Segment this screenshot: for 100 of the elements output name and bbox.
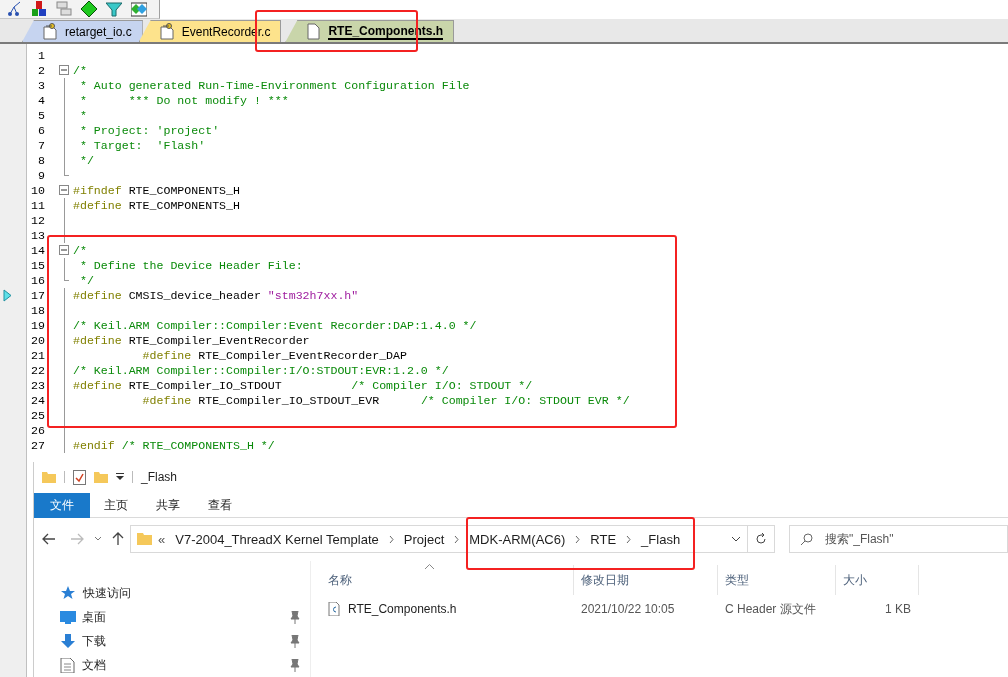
- desktop-icon: [60, 609, 76, 625]
- download-icon: [60, 633, 76, 649]
- line-number: 21: [30, 348, 45, 363]
- line-number: 17: [30, 288, 45, 303]
- column-header[interactable]: 类型: [718, 565, 836, 595]
- line-number: 13: [30, 228, 45, 243]
- nav-item[interactable]: 快速访问: [34, 581, 310, 605]
- dropdown-icon[interactable]: [116, 473, 124, 482]
- window-title: _Flash: [141, 469, 178, 487]
- file-date: 2021/10/22 10:05: [580, 601, 676, 618]
- file-icon: [306, 23, 321, 40]
- line-number: 4: [37, 93, 45, 108]
- refresh-button[interactable]: [747, 525, 775, 554]
- line-number: 10: [30, 183, 45, 198]
- star-icon: [61, 585, 77, 601]
- code-token: RTE_Compiler_IO_STDOUT: [127, 379, 283, 392]
- pin-icon[interactable]: [288, 658, 302, 672]
- up-arrow-icon[interactable]: [112, 532, 124, 547]
- code-token: *: [78, 109, 87, 122]
- breadcrumb[interactable]: _Flash: [637, 529, 685, 550]
- line-number: 20: [30, 333, 45, 348]
- code-token: RTE_COMPONENTS_H: [127, 184, 240, 197]
- code-token: * Project: 'project': [78, 124, 220, 137]
- ribbon-tab[interactable]: 文件: [34, 492, 90, 518]
- path-overflow[interactable]: «: [158, 529, 166, 550]
- nav-item[interactable]: 文档: [34, 653, 310, 677]
- line-number: 9: [37, 168, 45, 183]
- line-number: 22: [30, 363, 45, 378]
- code-token: RTE_COMPONENTS_H: [127, 199, 240, 212]
- code-token: /*: [73, 64, 87, 77]
- code-token: #define: [73, 379, 122, 392]
- code-token: * Define the Device Header File:: [78, 259, 303, 272]
- address-bar[interactable]: « V7-2004_ThreadX Kernel Template Project MDK-ARM(AC6) RTE _Flash: [130, 525, 748, 554]
- chevron-down-icon[interactable]: [731, 536, 741, 543]
- line-number: 3: [37, 78, 45, 93]
- diamond-icon[interactable]: [81, 1, 97, 17]
- chevron-right-icon[interactable]: [575, 534, 581, 544]
- chevron-right-icon[interactable]: [626, 534, 632, 544]
- line-number: 25: [30, 408, 45, 423]
- code-token: #define: [73, 289, 122, 302]
- breadcrumb[interactable]: RTE: [586, 529, 621, 550]
- line-number: 27: [30, 438, 45, 453]
- collapse-icon[interactable]: [59, 65, 69, 75]
- breadcrumb[interactable]: V7-2004_ThreadX Kernel Template: [171, 529, 383, 550]
- collapse-icon[interactable]: [59, 245, 69, 255]
- code-token: * Target: 'Flash': [78, 139, 206, 152]
- folder-icon: [137, 532, 152, 547]
- pin-icon[interactable]: [288, 610, 302, 624]
- column-header[interactable]: 名称: [321, 565, 574, 595]
- code-token: */: [78, 274, 94, 287]
- code-token: /* Keil.ARM Compiler::Compiler:Event Recorder:DAP:1.4.0 */: [73, 319, 477, 332]
- windows-icon[interactable]: [56, 1, 72, 17]
- line-number: 1: [37, 48, 45, 63]
- refresh-icon: [755, 533, 767, 546]
- column-header[interactable]: 修改日期: [574, 565, 718, 595]
- code-token: #define: [73, 334, 122, 347]
- line-number: 14: [30, 243, 45, 258]
- ribbon-tab[interactable]: 主页: [90, 492, 142, 518]
- document-icon: [60, 657, 76, 673]
- breadcrumb[interactable]: MDK-ARM(AC6): [465, 529, 570, 550]
- file-name[interactable]: RTE_Components.h: [348, 600, 457, 618]
- diamonds-icon[interactable]: [131, 1, 147, 17]
- code-token: "stm32h7xx.h": [267, 289, 359, 302]
- ribbon-tab[interactable]: 查看: [194, 492, 246, 518]
- chevron-right-icon[interactable]: [388, 534, 394, 544]
- component-icon[interactable]: [31, 1, 47, 17]
- collapse-icon[interactable]: [59, 185, 69, 195]
- key-file-icon: [159, 23, 174, 40]
- back-icon[interactable]: [42, 533, 56, 546]
- properties-icon[interactable]: [73, 469, 86, 485]
- code-token: /* Keil.ARM Compiler::Compiler:I/O:STDOUT:EVR:1.2.0 */: [73, 364, 449, 377]
- line-number: 18: [30, 303, 45, 318]
- code-token: /* Compiler I/O: STDOUT */: [351, 379, 533, 392]
- editor-tab[interactable]: retarget_io.c: [22, 20, 143, 42]
- chevron-down-icon[interactable]: [94, 536, 102, 543]
- chevron-right-icon[interactable]: [454, 534, 460, 544]
- line-number: 23: [30, 378, 45, 393]
- line-number: 7: [37, 138, 45, 153]
- code-token: #endif: [73, 439, 115, 452]
- key-file-icon: [43, 23, 57, 40]
- code-token: * *** Do not modify ! ***: [78, 94, 289, 107]
- column-header[interactable]: 大小: [836, 565, 919, 595]
- separator: [132, 471, 133, 484]
- code-token: RTE_Compiler_EventRecorder_DAP: [197, 349, 407, 362]
- nav-item[interactable]: 桌面: [34, 605, 310, 629]
- code-token: RTE_Compiler_EventRecorder: [127, 334, 310, 347]
- breadcrumb[interactable]: Project: [399, 529, 449, 550]
- pin-icon[interactable]: [288, 634, 302, 648]
- line-number: 26: [30, 423, 45, 438]
- code-token: RTE_Compiler_IO_STDOUT_EVR: [197, 394, 381, 407]
- funnel-icon[interactable]: [106, 1, 122, 17]
- ribbon-tab[interactable]: 共享: [142, 492, 194, 518]
- line-number: 12: [30, 213, 45, 228]
- search-field[interactable]: 搜索"_Flash": [789, 525, 1008, 554]
- code-token: #ifndef: [73, 184, 122, 197]
- line-number: 6: [37, 123, 45, 138]
- code-token: /* Compiler I/O: STDOUT EVR */: [420, 394, 630, 407]
- separator: [64, 471, 65, 484]
- nav-item[interactable]: 下载: [34, 629, 310, 653]
- line-number: 8: [37, 153, 45, 168]
